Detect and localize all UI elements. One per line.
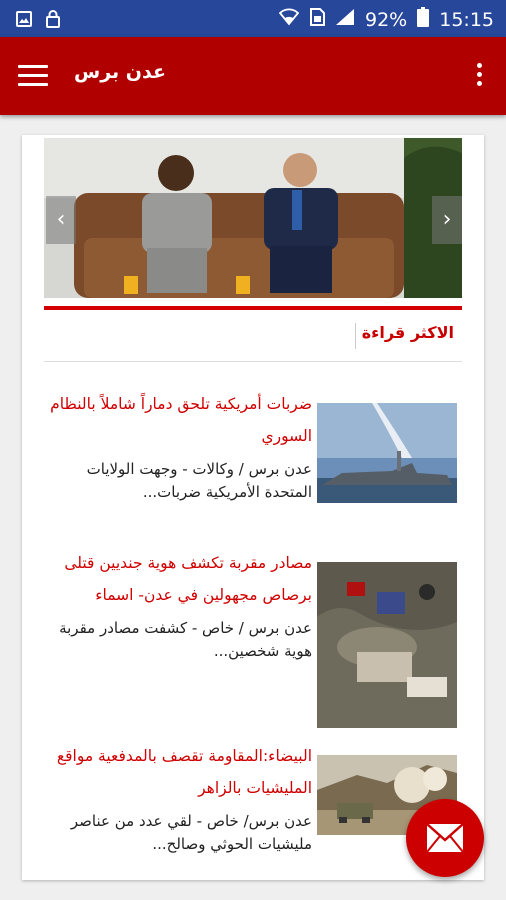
slider-next-button[interactable]: › xyxy=(432,196,462,244)
image-slider[interactable]: ‹ › xyxy=(44,138,462,298)
content-card: ‹ › الاكثر قراءة ضربات أمريكية تلحق دمار… xyxy=(22,135,484,880)
menu-icon[interactable] xyxy=(18,65,48,87)
signal-icon xyxy=(335,8,355,31)
section-divider xyxy=(44,361,462,362)
clock: 15:15 xyxy=(439,8,494,31)
slider-photo xyxy=(44,138,462,298)
article-item[interactable]: ضربات أمريكية تلحق دماراً شاملاً بالنظام… xyxy=(22,388,484,528)
more-vert-icon[interactable] xyxy=(474,63,484,89)
slider-underline xyxy=(44,306,462,310)
article-thumbnail[interactable] xyxy=(317,562,457,728)
battery-icon xyxy=(417,7,430,32)
slider-prev-button[interactable]: ‹ xyxy=(46,196,76,244)
article-text: البيضاء:المقاومة تقصف بالمدفعية مواقع ال… xyxy=(50,740,312,856)
article-excerpt: عدن برس/ خاص - لقي عدد من عناصر مليشيات … xyxy=(70,812,312,853)
image-icon xyxy=(16,11,32,31)
article-title[interactable]: البيضاء:المقاومة تقصف بالمدفعية مواقع ال… xyxy=(50,740,312,804)
contact-fab[interactable] xyxy=(406,799,484,877)
section-header: الاكثر قراءة xyxy=(44,323,462,359)
article-item[interactable]: مصادر مقربة تكشف هوية جنديين قتلى برصاص … xyxy=(22,547,484,728)
article-title[interactable]: ضربات أمريكية تلحق دماراً شاملاً بالنظام… xyxy=(50,388,312,452)
app-bar: عدن برس xyxy=(0,37,506,115)
article-excerpt: عدن برس / خاص - كشفت مصادر مقربة هوية شخ… xyxy=(59,619,312,660)
header-divider xyxy=(355,323,356,349)
article-thumbnail[interactable] xyxy=(317,403,457,503)
article-text: مصادر مقربة تكشف هوية جنديين قتلى برصاص … xyxy=(50,547,312,663)
tab-most-read[interactable]: الاكثر قراءة xyxy=(362,323,454,342)
mail-icon xyxy=(426,823,464,853)
article-title[interactable]: مصادر مقربة تكشف هوية جنديين قتلى برصاص … xyxy=(50,547,312,611)
app-title: عدن برس xyxy=(74,61,166,83)
status-bar: 92% 15:15 xyxy=(0,0,506,37)
battery-percent: 92% xyxy=(365,8,408,31)
article-excerpt: عدن برس / وكالات - وجهت الولايات المتحدة… xyxy=(86,460,312,501)
sim-icon xyxy=(309,8,325,31)
lock-icon xyxy=(46,10,60,32)
wifi-icon xyxy=(278,8,300,31)
article-text: ضربات أمريكية تلحق دماراً شاملاً بالنظام… xyxy=(50,388,312,504)
